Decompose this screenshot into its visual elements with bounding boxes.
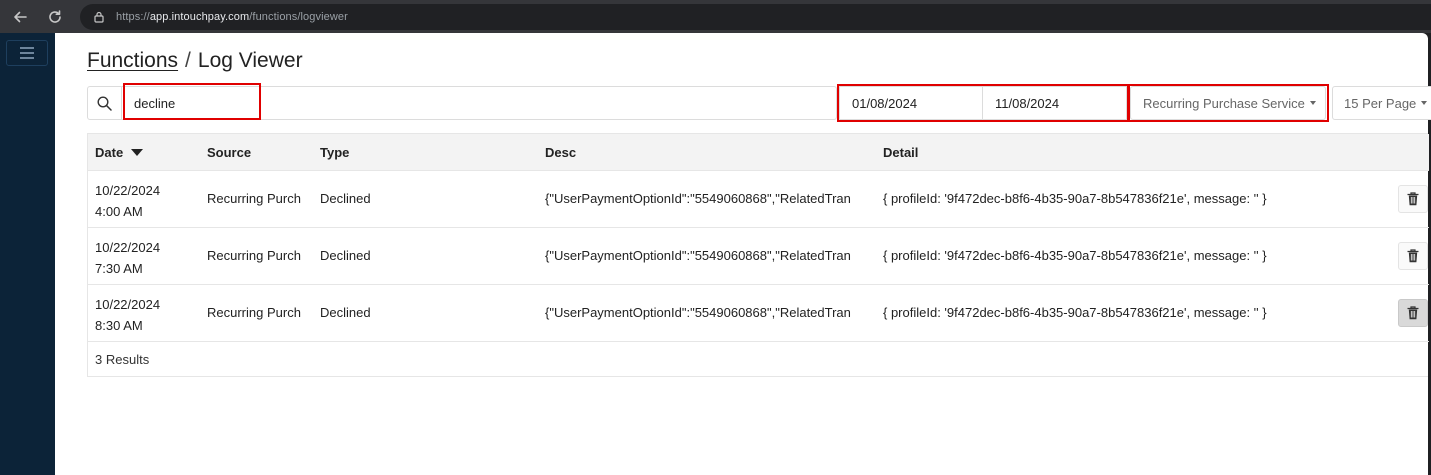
cell-type: Declined <box>320 191 371 206</box>
address-bar[interactable]: https://app.intouchpay.com/functions/log… <box>80 4 1431 30</box>
header-source: Source <box>207 145 252 160</box>
cell-date-day: 10/22/2024 <box>95 183 161 198</box>
browser-toolbar: https://app.intouchpay.com/functions/log… <box>0 0 1431 33</box>
table-row: 10/22/2024 4:00 AM Recurring Purch Declin… <box>88 171 1429 228</box>
table-row: 10/22/2024 7:30 AM Recurring Purch Declin… <box>88 228 1429 285</box>
results-count: 3 Results <box>95 352 150 367</box>
delete-button[interactable] <box>1398 299 1428 327</box>
cell-date: 10/22/2024 8:30 AM <box>95 294 195 336</box>
page-title: Log Viewer <box>197 49 303 72</box>
breadcrumb-functions-link[interactable]: Functions <box>87 49 178 72</box>
cell-detail: { profileId: '9f472dec-b8f6-4b35-90a7-8b… <box>883 191 1267 206</box>
breadcrumb-separator: / <box>185 49 191 72</box>
cell-date-time: 7:30 AM <box>95 261 143 276</box>
sort-desc-icon <box>131 149 144 156</box>
cell-source: Recurring Purch <box>207 191 301 206</box>
service-highlight-box <box>1128 84 1329 122</box>
table-row: 10/22/2024 8:30 AM Recurring Purch Declin… <box>88 285 1429 342</box>
url-text: https://app.intouchpay.com/functions/log… <box>116 11 348 23</box>
cell-detail: { profileId: '9f472dec-b8f6-4b35-90a7-8b… <box>883 248 1267 263</box>
log-table: Date Source Type Desc Detail 10/22/2024 4… <box>87 133 1429 377</box>
header-date-label: Date <box>95 145 124 160</box>
cell-date-day: 10/22/2024 <box>95 297 161 312</box>
sidebar <box>0 33 55 475</box>
cell-source: Recurring Purch <box>207 305 301 320</box>
cell-date-day: 10/22/2024 <box>95 240 161 255</box>
hamburger-icon <box>20 47 34 59</box>
search-icon <box>88 87 122 119</box>
trash-icon <box>1407 249 1419 263</box>
cell-date: 10/22/2024 7:30 AM <box>95 237 195 279</box>
per-page-dropdown[interactable]: 15 Per Page <box>1332 86 1431 120</box>
header-detail: Detail <box>883 145 919 160</box>
date-range-highlight-box <box>837 84 1129 122</box>
url-scheme: https:// <box>116 11 150 23</box>
site-info-icon[interactable] <box>92 10 106 24</box>
delete-button[interactable] <box>1398 185 1428 213</box>
header-type: Type <box>320 145 350 160</box>
cell-type: Declined <box>320 305 371 320</box>
cell-date-time: 4:00 AM <box>95 204 143 219</box>
header-desc: Desc <box>545 145 577 160</box>
cell-date-time: 8:30 AM <box>95 318 143 333</box>
main-content: Functions/Log Viewer 01/08/2024 11/08/20… <box>55 33 1431 475</box>
cell-date: 10/22/2024 4:00 AM <box>95 180 195 222</box>
table-header: Date Source Type Desc Detail <box>88 134 1429 171</box>
cell-desc: {"UserPaymentOptionId":"5549060868","Rel… <box>545 191 851 206</box>
cell-source: Recurring Purch <box>207 248 301 263</box>
cell-desc: {"UserPaymentOptionId":"5549060868","Rel… <box>545 305 851 320</box>
trash-icon <box>1407 192 1419 206</box>
back-arrow-icon[interactable] <box>8 5 32 29</box>
url-path: /functions/logviewer <box>249 11 348 23</box>
reload-icon[interactable] <box>43 5 67 29</box>
hamburger-menu-button[interactable] <box>6 40 48 66</box>
header-date[interactable]: Date <box>95 145 144 160</box>
search-highlight-box <box>123 83 261 120</box>
cell-desc: {"UserPaymentOptionId":"5549060868","Rel… <box>545 248 851 263</box>
caret-down-icon <box>1421 101 1428 105</box>
breadcrumb: Functions / Log Viewer <box>87 49 303 73</box>
trash-icon <box>1407 306 1419 320</box>
per-page-label: 15 Per Page <box>1344 95 1417 111</box>
url-host: app.intouchpay.com <box>149 11 250 23</box>
cell-type: Declined <box>320 248 371 263</box>
cell-detail: { profileId: '9f472dec-b8f6-4b35-90a7-8b… <box>883 305 1267 320</box>
delete-button[interactable] <box>1398 242 1428 270</box>
